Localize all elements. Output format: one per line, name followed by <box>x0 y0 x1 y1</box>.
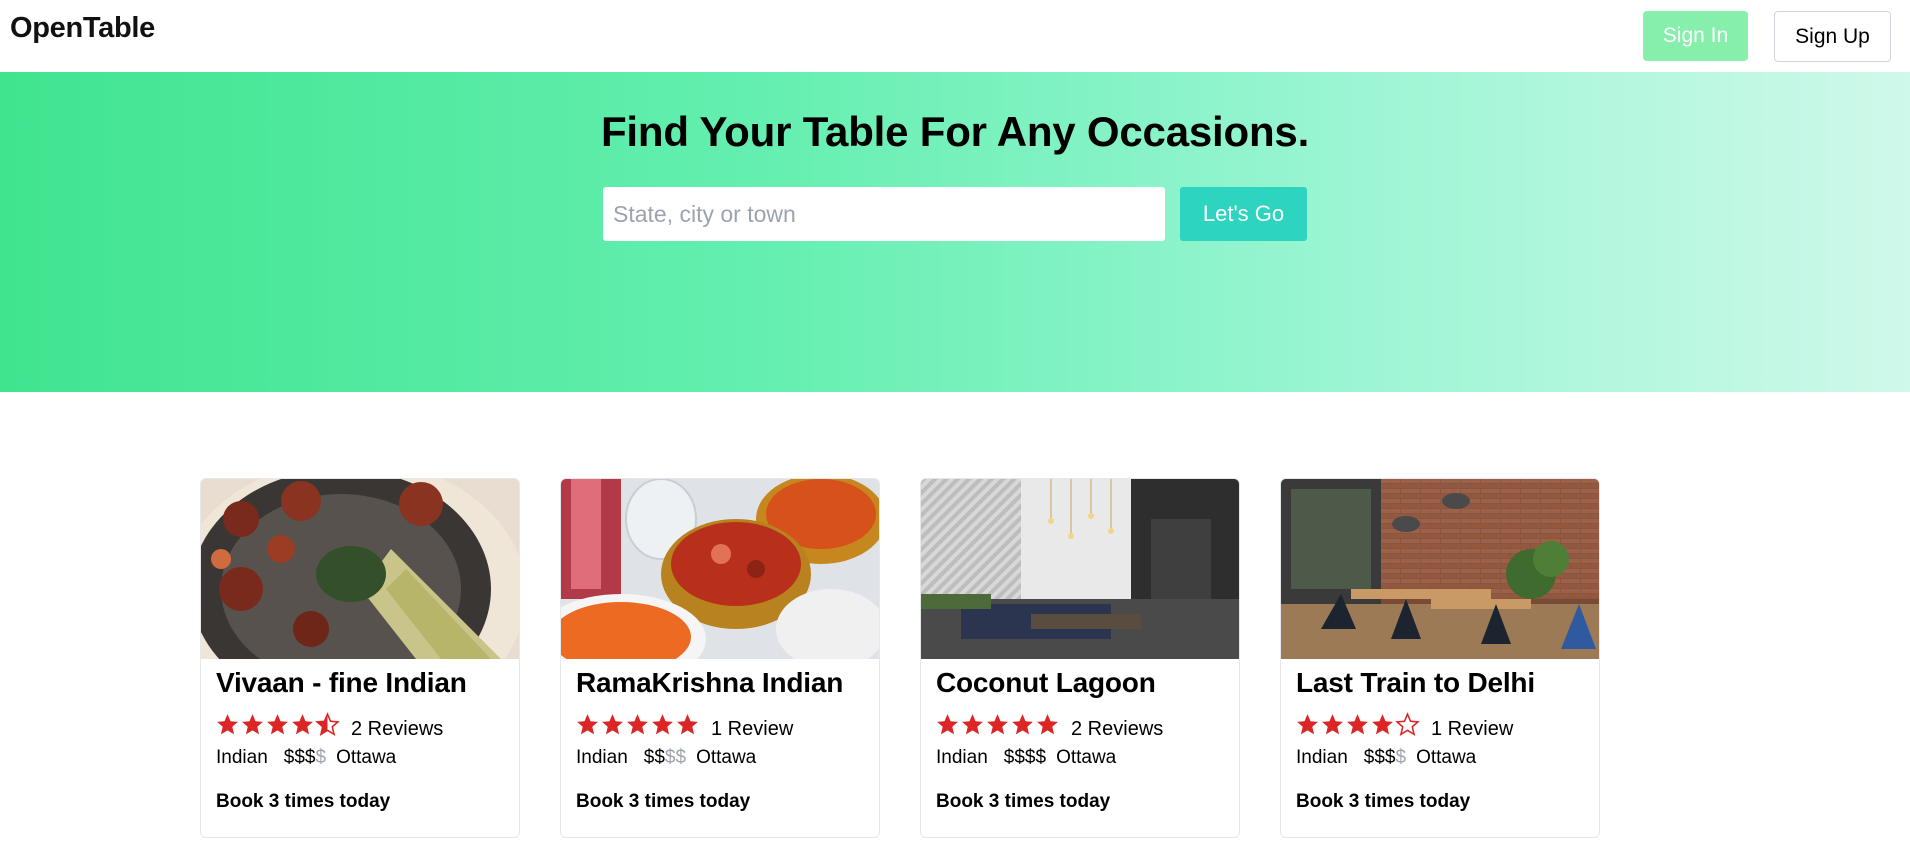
star-rating <box>215 712 340 738</box>
location: Ottawa <box>696 747 757 768</box>
cuisine: Indian <box>216 747 268 768</box>
sign-up-button[interactable]: Sign Up <box>1774 11 1891 62</box>
lets-go-button[interactable]: Let's Go <box>1180 187 1307 241</box>
star-full-icon <box>962 714 983 735</box>
star-rating <box>1295 712 1420 738</box>
star-full-icon <box>577 714 598 735</box>
price-dim: $ <box>1395 747 1407 768</box>
review-count: 1 Review <box>1431 718 1514 740</box>
cuisine: Indian <box>936 747 988 768</box>
restaurant-card[interactable]: Last Train to Delhi 1 Review Indian $$$$… <box>1280 478 1600 838</box>
booking-count: Book 3 times today <box>576 791 751 812</box>
restaurant-card-list: Vivaan - fine Indian 2 Reviews Indian $$… <box>200 478 1600 838</box>
price-dim: $$ <box>664 747 687 768</box>
price-active: $$$ <box>1363 747 1396 768</box>
star-half-icon <box>315 712 340 737</box>
star-full-icon <box>937 714 958 735</box>
price-range: $$$$ <box>644 747 686 769</box>
star-full-icon <box>217 714 238 735</box>
star-full-icon <box>1297 714 1318 735</box>
star-full-icon <box>292 714 313 735</box>
star-rating <box>575 712 700 738</box>
star-full-icon <box>1372 714 1393 735</box>
price-active: $$ <box>643 747 665 768</box>
restaurant-meta: Indian $$$$ Ottawa <box>936 747 1116 769</box>
hero-banner: Find Your Table For Any Occasions. Let's… <box>0 72 1910 392</box>
restaurant-meta: Indian $$$$ Ottawa <box>576 747 756 769</box>
restaurant-name[interactable]: Last Train to Delhi <box>1296 667 1535 699</box>
price-range: $$$$ <box>284 747 326 769</box>
star-full-icon <box>987 714 1008 735</box>
star-full-icon <box>267 714 288 735</box>
star-full-icon <box>1322 714 1343 735</box>
review-count: 1 Review <box>711 718 794 740</box>
restaurant-meta: Indian $$$$ Ottawa <box>1296 747 1476 769</box>
price-range: $$$$ <box>1364 747 1406 769</box>
star-full-icon <box>652 714 673 735</box>
restaurant-card[interactable]: Coconut Lagoon 2 Reviews Indian $$$$ Ott… <box>920 478 1240 838</box>
logo[interactable]: OpenTable <box>10 12 155 45</box>
star-full-icon <box>1347 714 1368 735</box>
location: Ottawa <box>1416 747 1477 768</box>
location: Ottawa <box>1056 747 1117 768</box>
restaurant-image <box>921 479 1239 659</box>
star-full-icon <box>242 714 263 735</box>
booking-count: Book 3 times today <box>216 791 391 812</box>
review-count: 2 Reviews <box>351 718 444 740</box>
location-search-input[interactable] <box>603 187 1165 241</box>
hero-title: Find Your Table For Any Occasions. <box>600 108 1310 155</box>
booking-count: Book 3 times today <box>936 791 1111 812</box>
restaurant-card[interactable]: Vivaan - fine Indian 2 Reviews Indian $$… <box>200 478 520 838</box>
star-full-icon <box>1037 714 1058 735</box>
review-count: 2 Reviews <box>1071 718 1164 740</box>
cuisine: Indian <box>576 747 628 768</box>
star-empty-icon <box>1395 712 1420 737</box>
sign-in-button[interactable]: Sign In <box>1643 11 1748 61</box>
price-active: $$$ <box>283 747 316 768</box>
restaurant-image <box>1281 479 1599 659</box>
booking-count: Book 3 times today <box>1296 791 1471 812</box>
cuisine: Indian <box>1296 747 1348 768</box>
price-range: $$$$ <box>1004 747 1046 769</box>
star-full-icon <box>677 714 698 735</box>
restaurant-image <box>561 479 879 659</box>
star-full-icon <box>1012 714 1033 735</box>
star-rating <box>935 712 1060 738</box>
price-active: $$$$ <box>1003 747 1047 768</box>
price-dim: $ <box>315 747 327 768</box>
restaurant-meta: Indian $$$$ Ottawa <box>216 747 396 769</box>
restaurant-name[interactable]: Coconut Lagoon <box>936 667 1156 699</box>
restaurant-image <box>201 479 519 659</box>
restaurant-card[interactable]: RamaKrishna Indian 1 Review Indian $$$$ … <box>560 478 880 838</box>
star-full-icon <box>627 714 648 735</box>
location: Ottawa <box>336 747 397 768</box>
navbar: OpenTable Sign In Sign Up <box>0 0 1910 72</box>
restaurant-name[interactable]: Vivaan - fine Indian <box>216 667 467 699</box>
restaurant-name[interactable]: RamaKrishna Indian <box>576 667 843 699</box>
star-full-icon <box>602 714 623 735</box>
